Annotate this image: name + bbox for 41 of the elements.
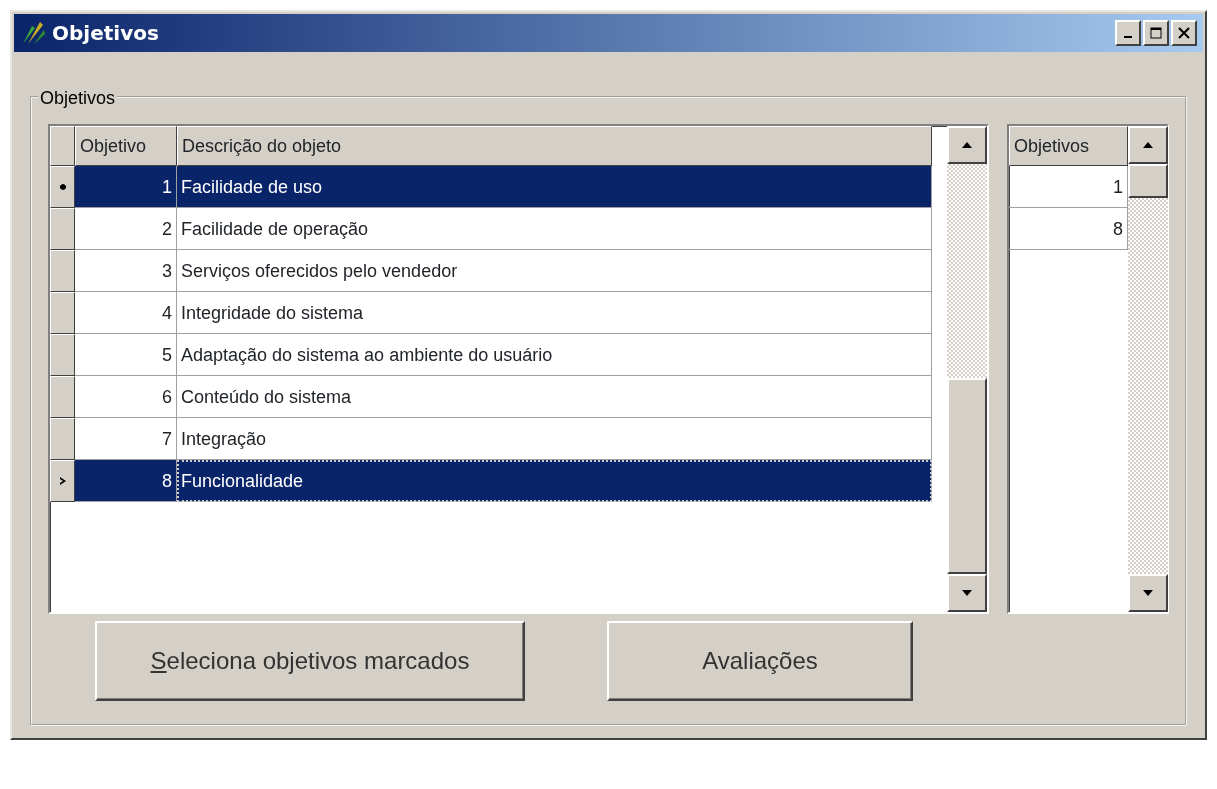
action-button[interactable]: Avaliações: [607, 621, 913, 701]
table-cell: Integridade do sistema: [177, 292, 932, 334]
table-row[interactable]: 6 Conteúdo do sistema: [50, 376, 932, 418]
table-cell: Serviços oferecidos pelo vendedor: [177, 250, 932, 292]
scroll-down-button[interactable]: [1128, 574, 1168, 612]
table-cell: 1: [75, 166, 177, 208]
table-row[interactable]: 4 Integridade do sistema: [50, 292, 932, 334]
table-cell: Conteúdo do sistema: [177, 376, 932, 418]
table-cell: Adaptação do sistema ao ambiente do usuário: [177, 334, 932, 376]
minimize-icon: [1124, 36, 1132, 38]
table-row[interactable]: 3 Serviços oferecidos pelo vendedor: [50, 250, 932, 292]
scroll-up-button[interactable]: [1128, 126, 1168, 164]
action-button[interactable]: Seleciona objetivos marcados: [95, 621, 525, 701]
scroll-up-button[interactable]: [947, 126, 987, 164]
close-button[interactable]: [1171, 20, 1197, 46]
arrow-icon: [57, 476, 68, 486]
table-cell: 5: [75, 334, 177, 376]
table-cell: Facilidade de uso: [177, 166, 932, 208]
window-title: Objetivos: [52, 20, 159, 47]
table-row[interactable]: 1 Facilidade de uso: [50, 166, 932, 208]
table-cell: 2: [75, 208, 177, 250]
scroll-thumb[interactable]: [947, 378, 987, 574]
column-header[interactable]: Descrição do objeto: [177, 126, 932, 166]
scroll-thumb[interactable]: [1128, 164, 1168, 198]
bullet-icon: [58, 183, 67, 191]
column-header[interactable]: Objetivos: [1009, 126, 1128, 166]
close-icon: [1178, 27, 1190, 39]
scroll-down-button[interactable]: [947, 574, 987, 612]
table-cell: 8: [75, 460, 177, 502]
column-header[interactable]: Objetivo: [75, 126, 177, 166]
table-cell: 3: [75, 250, 177, 292]
maximize-button[interactable]: [1143, 20, 1169, 46]
minimize-button[interactable]: [1115, 20, 1141, 46]
table-row[interactable]: 2 Facilidade de operação: [50, 208, 932, 250]
table-cell: Funcionalidade: [177, 460, 932, 502]
table-row[interactable]: 8 Funcionalidade: [50, 460, 932, 502]
maximize-icon: [1150, 27, 1162, 39]
table-row[interactable]: 5 Adaptação do sistema ao ambiente do usuário: [50, 334, 932, 376]
table-cell: Facilidade de operação: [177, 208, 932, 250]
table-cell: 6: [75, 376, 177, 418]
table-cell: 4: [75, 292, 177, 334]
